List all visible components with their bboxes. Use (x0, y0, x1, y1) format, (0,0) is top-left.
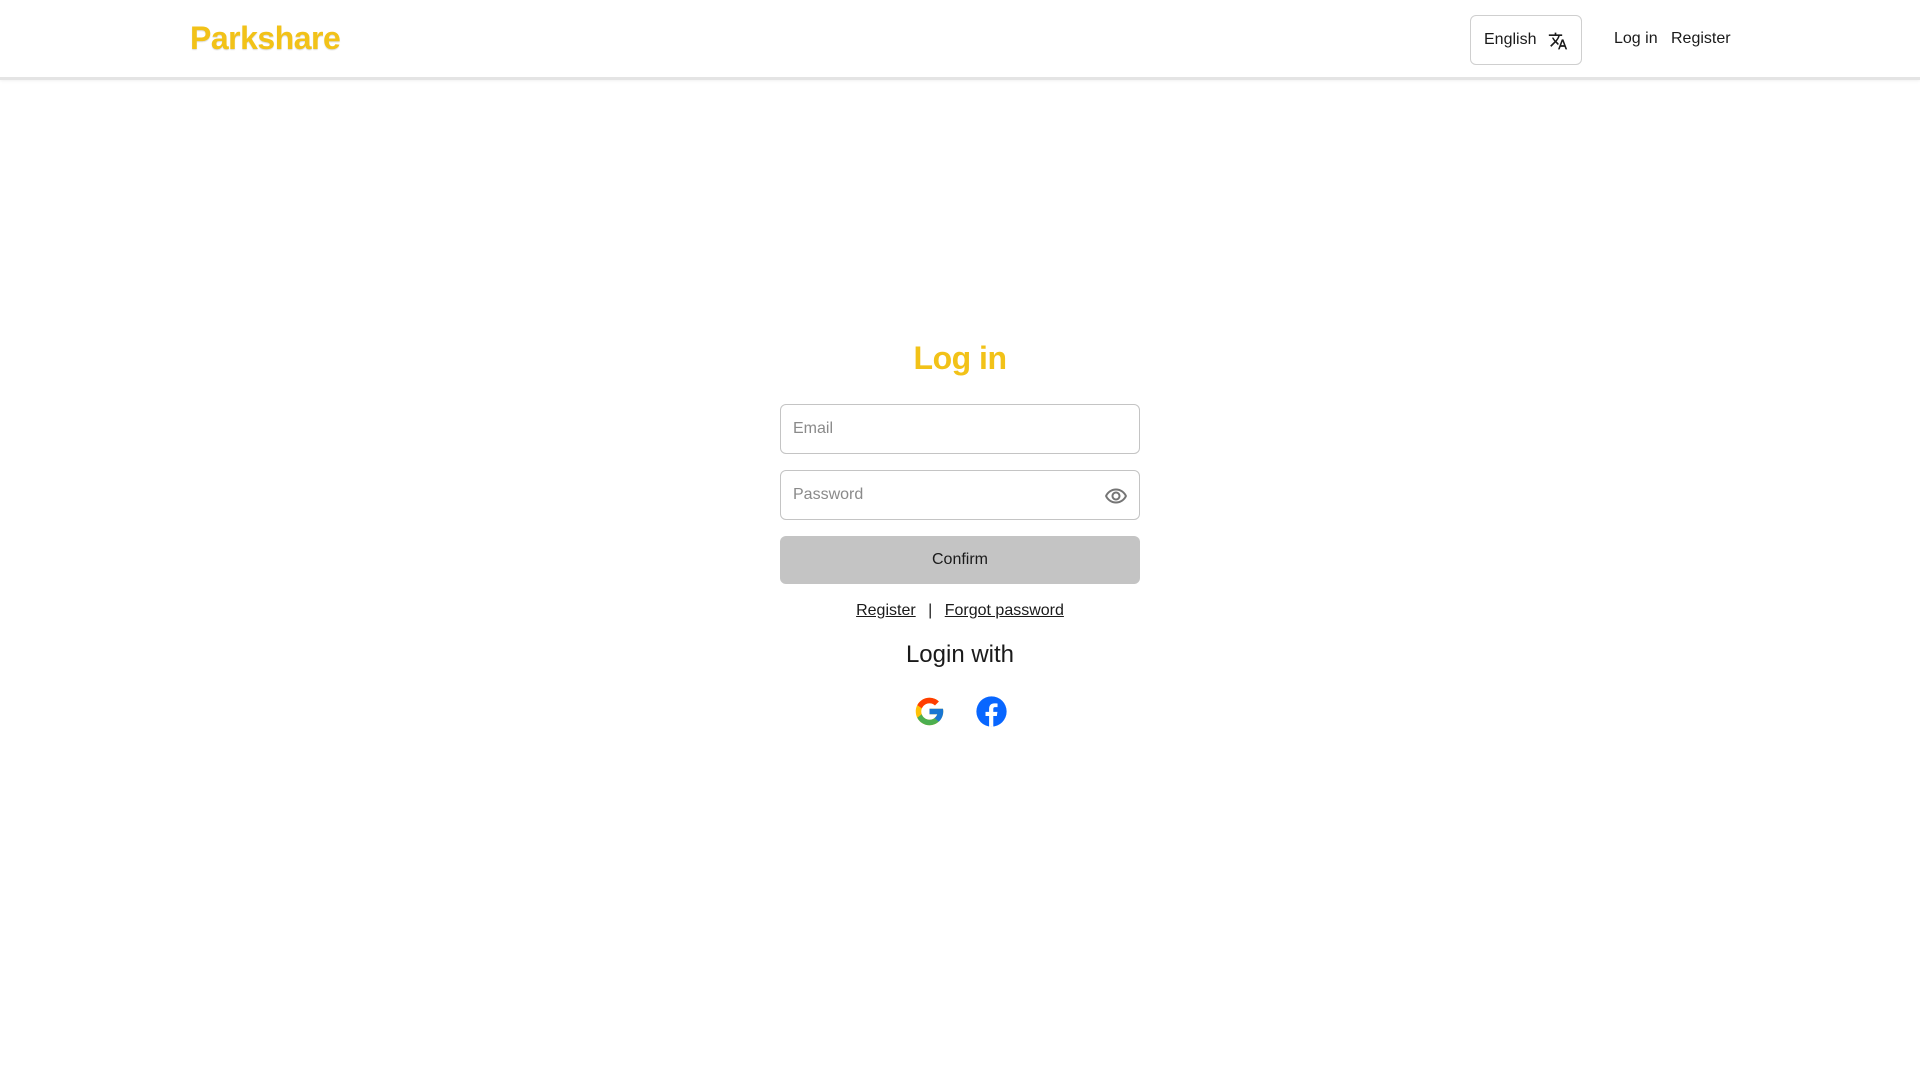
email-field-wrapper (780, 404, 1140, 454)
eye-icon[interactable] (1103, 484, 1129, 508)
translate-icon (1548, 32, 1568, 50)
confirm-button[interactable]: Confirm (780, 536, 1140, 584)
language-selected-label: English (1484, 31, 1537, 48)
brand-logo[interactable]: Parkshare (190, 20, 341, 57)
nav-register-link[interactable]: Register (1671, 30, 1731, 48)
language-selector[interactable]: English (1470, 15, 1582, 65)
password-input[interactable] (781, 471, 1139, 519)
forgot-password-link[interactable]: Forgot password (945, 602, 1064, 619)
password-field-wrapper (780, 470, 1140, 520)
login-with-heading: Login with (905, 641, 1015, 668)
auth-links-row: Register | Forgot password (780, 602, 1140, 620)
links-separator: | (928, 602, 933, 619)
facebook-icon[interactable] (975, 695, 1008, 728)
nav-login-link[interactable]: Log in (1614, 30, 1658, 48)
top-navbar: Parkshare English Log in Register (0, 0, 1920, 80)
login-title: Log in (913, 340, 1007, 376)
register-link[interactable]: Register (856, 602, 916, 619)
google-icon[interactable] (913, 695, 946, 728)
email-input[interactable] (781, 405, 1139, 453)
